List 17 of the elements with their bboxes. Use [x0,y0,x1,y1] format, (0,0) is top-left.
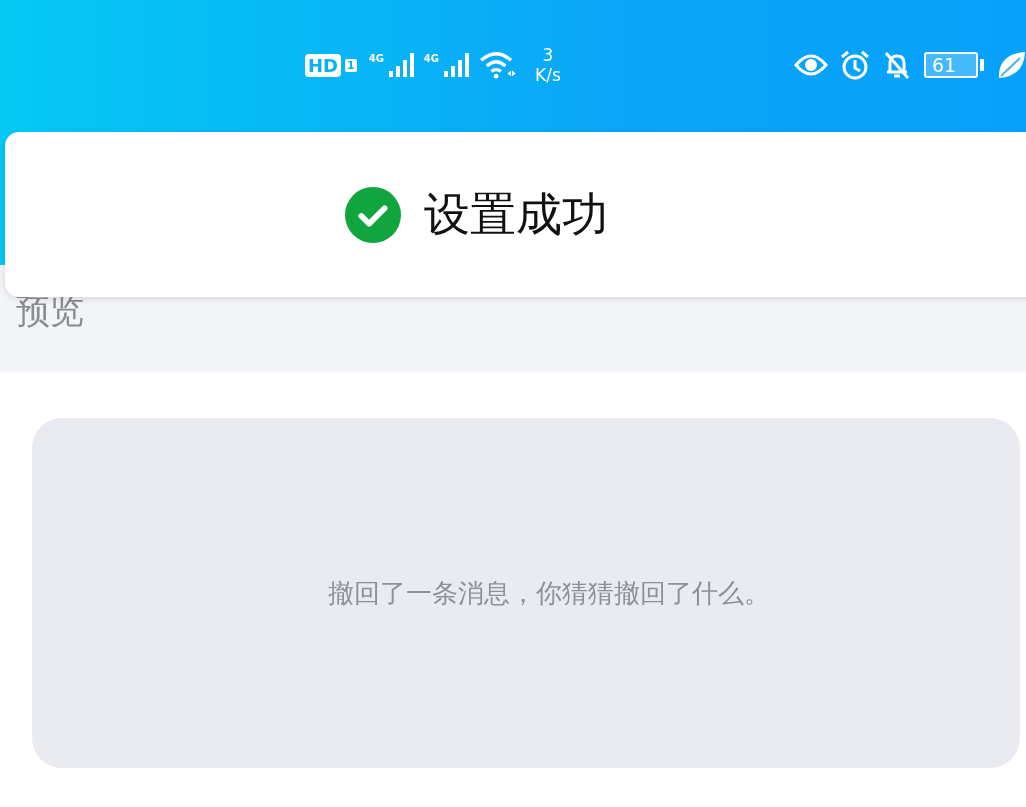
wifi-icon [479,51,517,79]
muted-bell-icon [882,50,912,80]
preview-message: 撤回了一条消息，你猜猜撤回了什么。 [328,576,770,610]
signal-icon [443,52,469,78]
success-check-icon [343,185,402,244]
network-label: 4G [423,53,439,64]
network-label: 4G [368,53,384,64]
toast-message: 设置成功 [423,185,608,243]
section-title: 预览 [16,290,84,333]
eye-icon [794,53,828,77]
speed-unit: K/s [535,65,561,85]
alarm-icon [840,50,870,80]
signal-icon [387,52,414,78]
leaf-icon [996,50,1026,80]
speed-value: 3 [542,45,554,65]
sim-badge: 1 [345,58,357,72]
hd-badge: HD [305,53,341,77]
